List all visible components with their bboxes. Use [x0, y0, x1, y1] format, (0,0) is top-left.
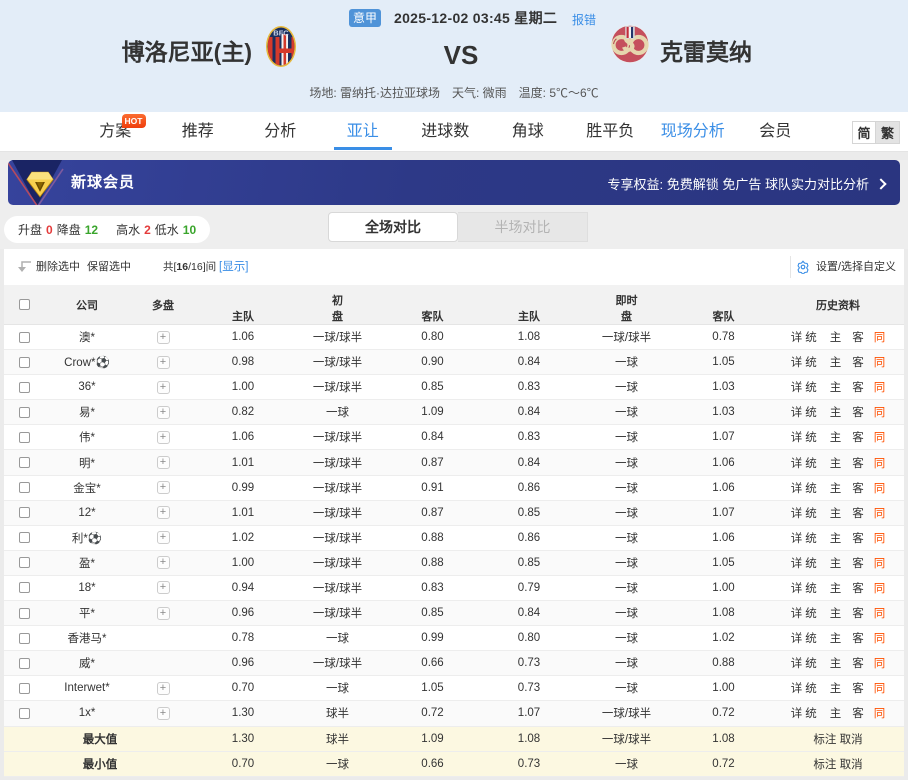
- svg-text:BFC: BFC: [273, 29, 289, 38]
